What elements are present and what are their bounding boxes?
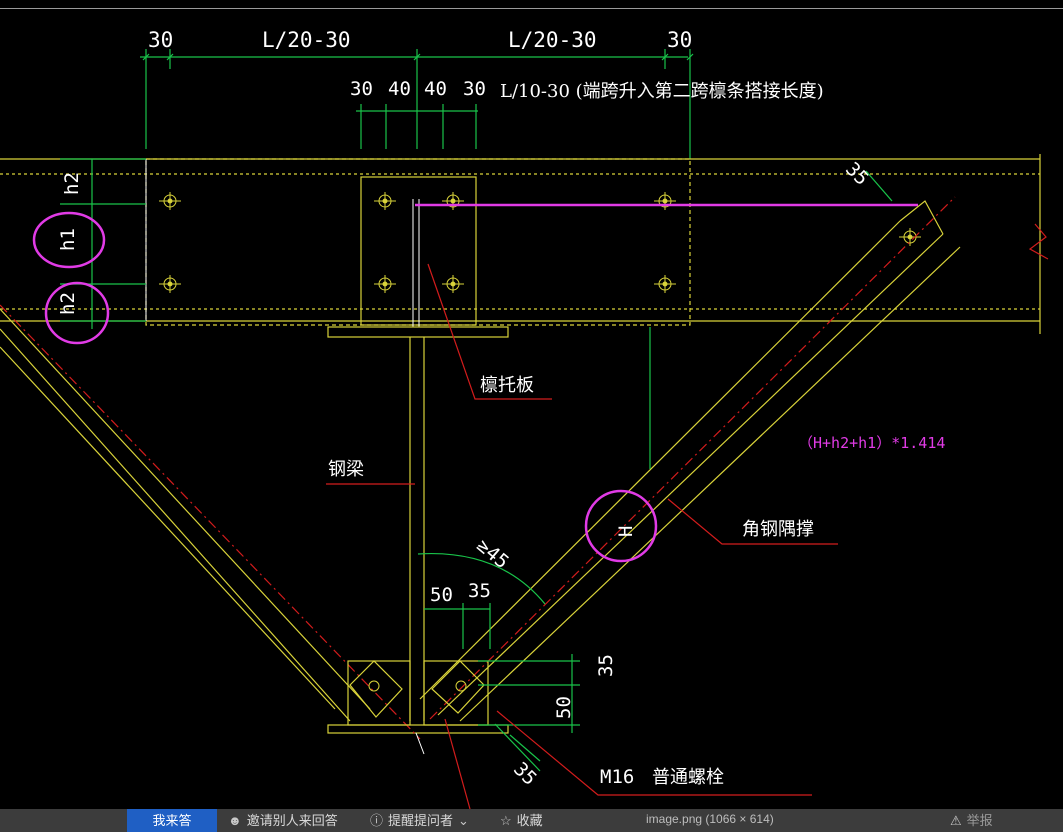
label-h2-bottom: h2: [57, 292, 79, 315]
bottom-toolbar: 我来答 ☻ 邀请别人来回答 ⓘ 提醒提问者 ⌄ ☆ 收藏 image.png (…: [0, 809, 1063, 832]
dim-top-30-right: 30: [667, 28, 692, 52]
star-icon: ☆: [500, 813, 512, 828]
dim-second-40-left: 40: [388, 78, 411, 100]
dim-50: 50: [430, 584, 453, 606]
label-angle-brace: 角钢隅撑: [742, 519, 814, 540]
dim-second-30-left: 30: [350, 78, 373, 100]
warning-icon: ⚠: [950, 813, 962, 828]
dim-50-right: 50: [553, 696, 575, 719]
dim-second-40-right: 40: [424, 78, 447, 100]
invite-label: 邀请别人来回答: [246, 813, 338, 828]
report-label: 举报: [966, 813, 993, 828]
dim-second-30-right: 30: [463, 78, 486, 100]
dim-35-right: 35: [595, 654, 617, 677]
cad-drawing: 30 L/20-30 L/20-30 30 30 40 40 30 L/10-3…: [0, 28, 1049, 809]
image-filename: image.png (1066 × 614): [646, 812, 774, 826]
label-H: H: [615, 526, 637, 537]
label-steel-beam: 钢梁: [328, 459, 364, 480]
top-right-dim-line: [865, 170, 893, 202]
span-note: L/10-30 (端跨升入第二跨檩条搭接长度): [500, 81, 824, 102]
remind-button[interactable]: ⓘ 提醒提问者 ⌄: [370, 809, 469, 832]
remind-label: 提醒提问者: [388, 813, 454, 828]
person-icon: ☻: [228, 813, 242, 828]
bottom-gusset-plates: [347, 660, 489, 755]
formula: （H+h2+h1）*1.414: [798, 434, 945, 452]
label-h1: h1: [57, 228, 79, 251]
label-bolt-size: M16: [600, 766, 634, 788]
dim-35: 35: [468, 580, 491, 602]
report-button[interactable]: ⚠ 举报: [950, 809, 993, 832]
favorite-label: 收藏: [516, 813, 543, 828]
label-purlin-plate: 檩托板: [480, 375, 534, 396]
left-angle-brace: [0, 304, 421, 740]
bottom-dim-lines: [417, 327, 651, 772]
purlin: [0, 154, 1049, 334]
dim-top-l20-right: L/20-30: [508, 28, 597, 52]
dim-top-30-left: 30: [148, 28, 173, 52]
purlin-bolts: [159, 192, 921, 293]
angle-label: ≥45: [472, 534, 512, 573]
top-dimension-lines: [140, 49, 694, 159]
dim-top-l20-left: L/20-30: [262, 28, 351, 52]
label-bolt-type: 普通螺栓: [652, 767, 724, 788]
window-top-edge: [0, 0, 1063, 9]
chevron-down-icon: ⌄: [458, 813, 469, 828]
dim-35-bottom: 35: [509, 758, 541, 790]
favorite-button[interactable]: ☆ 收藏: [500, 809, 543, 832]
invite-button[interactable]: ☻ 邀请别人来回答: [228, 809, 338, 832]
answer-button[interactable]: 我来答: [127, 809, 217, 832]
label-h2-top: h2: [61, 172, 83, 195]
info-icon: ⓘ: [370, 813, 384, 828]
